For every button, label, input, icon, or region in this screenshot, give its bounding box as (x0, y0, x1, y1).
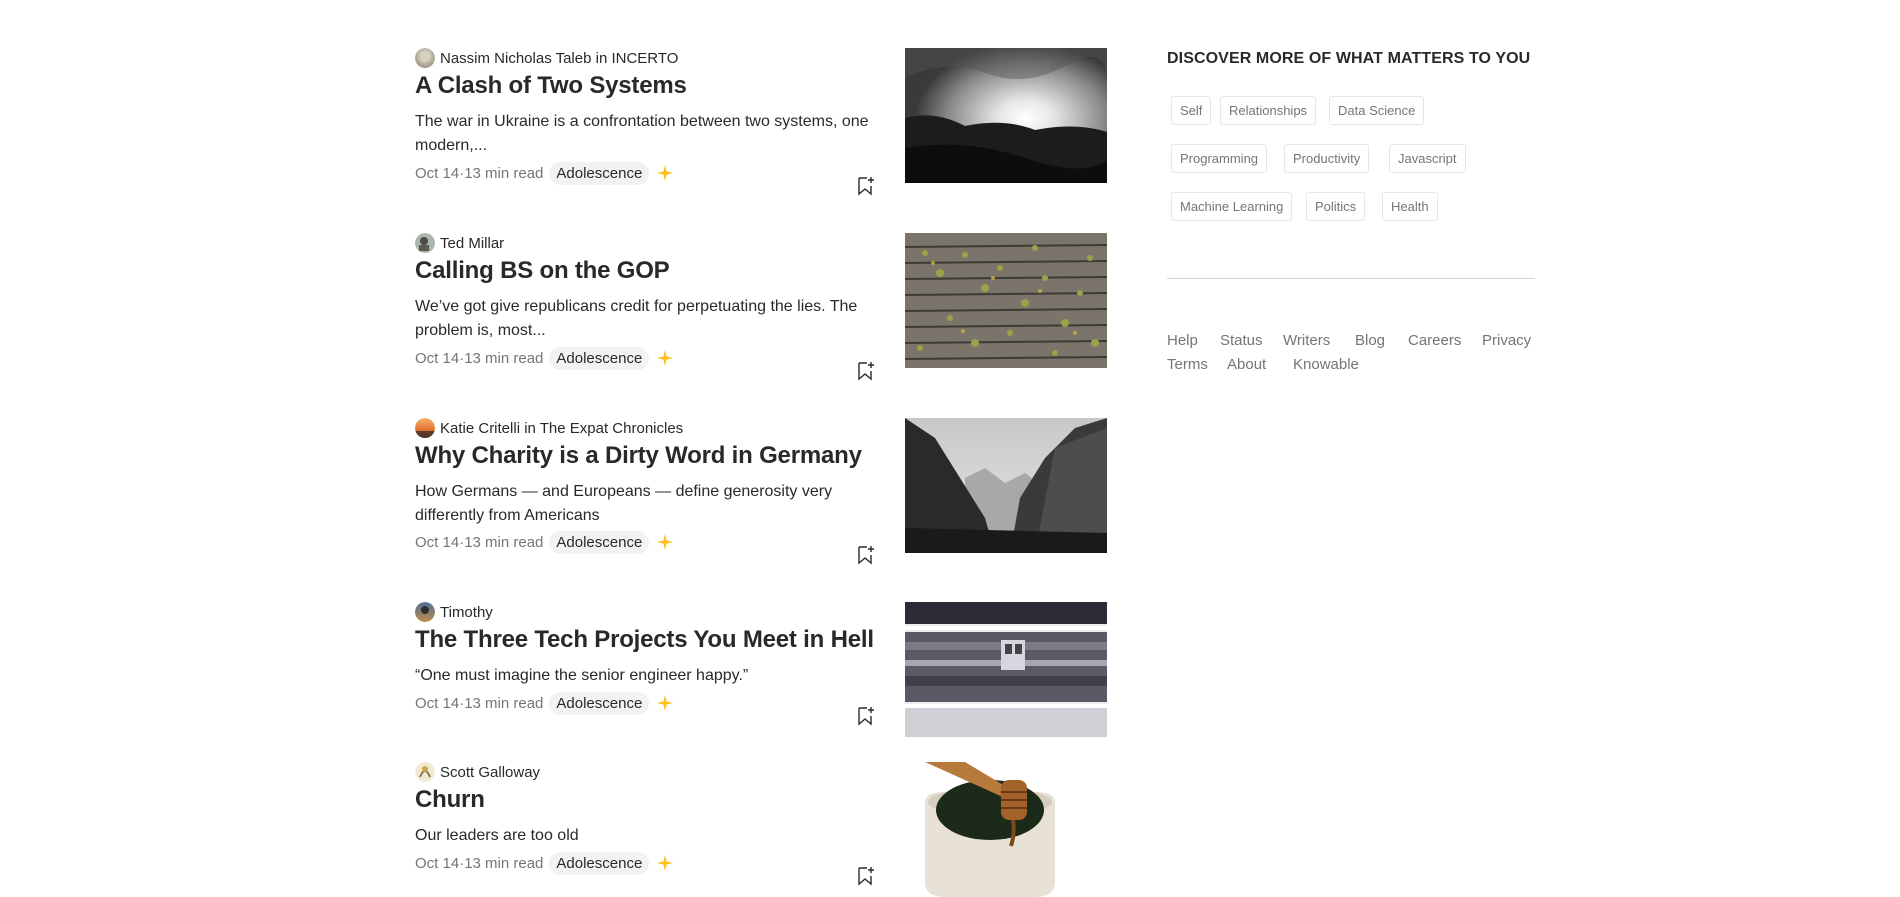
footer-link-terms[interactable]: Terms (1167, 356, 1208, 373)
author-name[interactable]: Katie Critelli in The Expat Chronicles (440, 420, 683, 437)
sidebar-divider (1167, 278, 1535, 279)
post-title[interactable]: Calling BS on the GOP (415, 257, 670, 285)
post-thumbnail[interactable] (905, 418, 1107, 553)
post-date: Oct 14 (415, 694, 460, 712)
bookmark-add-icon[interactable] (853, 704, 877, 728)
post-thumbnail[interactable] (905, 233, 1107, 368)
post-read-time: 13 min read (464, 533, 544, 551)
post-author[interactable]: Timothy (415, 602, 493, 622)
footer-link-privacy[interactable]: Privacy (1482, 332, 1531, 349)
post-thumbnail[interactable] (905, 602, 1107, 737)
post-read-time: 13 min read (464, 854, 544, 872)
post-tag[interactable]: Adolescence (549, 851, 650, 875)
post-tag[interactable]: Adolescence (549, 691, 650, 715)
post-meta: Oct 14 · 13 min read Adolescence (415, 344, 675, 372)
post-subtitle[interactable]: The war in Ukraine is a confrontation be… (415, 110, 875, 158)
post-meta: Oct 14 · 13 min read Adolescence (415, 528, 675, 556)
post-read-time: 13 min read (464, 349, 544, 367)
footer-link-careers[interactable]: Careers (1408, 332, 1461, 349)
author-avatar[interactable] (415, 48, 435, 68)
post-date: Oct 14 (415, 164, 460, 182)
post-thumbnail[interactable] (905, 762, 1107, 897)
post-author[interactable]: Nassim Nicholas Taleb in INCERTO (415, 48, 678, 68)
post-subtitle[interactable]: We’ve got give republicans credit for pe… (415, 295, 875, 343)
author-avatar[interactable] (415, 418, 435, 438)
post-read-time: 13 min read (464, 694, 544, 712)
member-star-icon (655, 693, 675, 713)
member-star-icon (655, 853, 675, 873)
author-name[interactable]: Scott Galloway (440, 764, 540, 781)
author-name[interactable]: Nassim Nicholas Taleb in INCERTO (440, 50, 678, 67)
post-card[interactable]: Timothy The Three Tech Projects You Meet… (415, 600, 1107, 737)
discover-heading: DISCOVER MORE OF WHAT MATTERS TO YOU (1167, 50, 1531, 67)
topic-chip[interactable]: Self (1171, 96, 1212, 125)
bookmark-add-icon[interactable] (853, 359, 877, 383)
topic-chip[interactable]: Programming (1171, 144, 1268, 173)
bookmark-add-icon[interactable] (853, 864, 877, 888)
member-star-icon (655, 163, 675, 183)
author-avatar[interactable] (415, 602, 435, 622)
post-subtitle[interactable]: Our leaders are too old (415, 824, 875, 848)
post-card[interactable]: Nassim Nicholas Taleb in INCERTO A Clash… (415, 46, 1107, 196)
footer-link-status[interactable]: Status (1220, 332, 1263, 349)
topic-chip[interactable]: Machine Learning (1171, 192, 1293, 221)
post-card[interactable]: Katie Critelli in The Expat Chronicles W… (415, 416, 1107, 565)
topic-chip[interactable]: Health (1382, 192, 1438, 221)
post-meta: Oct 14 · 13 min read Adolescence (415, 689, 675, 717)
author-avatar[interactable] (415, 233, 435, 253)
member-star-icon (655, 348, 675, 368)
post-title[interactable]: Why Charity is a Dirty Word in Germany (415, 442, 862, 470)
post-author[interactable]: Ted Millar (415, 233, 504, 253)
post-title[interactable]: The Three Tech Projects You Meet in Hell (415, 626, 874, 654)
post-tag[interactable]: Adolescence (549, 161, 650, 185)
footer-link-knowable[interactable]: Knowable (1293, 356, 1359, 373)
footer-link-blog[interactable]: Blog (1355, 332, 1385, 349)
topic-chip[interactable]: Relationships (1220, 96, 1317, 125)
post-date: Oct 14 (415, 533, 460, 551)
bookmark-add-icon[interactable] (853, 543, 877, 567)
topic-chip[interactable]: Javascript (1389, 144, 1466, 173)
post-thumbnail[interactable] (905, 48, 1107, 183)
author-name[interactable]: Timothy (440, 604, 493, 621)
bookmark-add-icon[interactable] (853, 174, 877, 198)
post-meta: Oct 14 · 13 min read Adolescence (415, 849, 675, 877)
post-meta: Oct 14 · 13 min read Adolescence (415, 159, 675, 187)
footer-link-help[interactable]: Help (1167, 332, 1198, 349)
post-tag[interactable]: Adolescence (549, 530, 650, 554)
post-date: Oct 14 (415, 349, 460, 367)
member-star-icon (655, 532, 675, 552)
post-title[interactable]: Churn (415, 786, 485, 814)
post-subtitle[interactable]: “One must imagine the senior engineer ha… (415, 664, 875, 688)
post-subtitle[interactable]: How Germans — and Europeans — define gen… (415, 480, 875, 528)
post-tag[interactable]: Adolescence (549, 346, 650, 370)
topic-chip[interactable]: Data Science (1329, 96, 1425, 125)
post-card[interactable]: Ted Millar Calling BS on the GOP We’ve g… (415, 231, 1107, 381)
footer-link-about[interactable]: About (1227, 356, 1266, 373)
post-card[interactable]: Scott Galloway Churn Our leaders are too… (415, 760, 1107, 897)
topic-chip[interactable]: Productivity (1284, 144, 1370, 173)
author-name[interactable]: Ted Millar (440, 235, 504, 252)
topic-chip[interactable]: Politics (1306, 192, 1366, 221)
post-date: Oct 14 (415, 854, 460, 872)
post-author[interactable]: Katie Critelli in The Expat Chronicles (415, 418, 683, 438)
post-author[interactable]: Scott Galloway (415, 762, 540, 782)
post-title[interactable]: A Clash of Two Systems (415, 72, 687, 100)
footer-link-writers[interactable]: Writers (1283, 332, 1330, 349)
author-avatar[interactable] (415, 762, 435, 782)
post-read-time: 13 min read (464, 164, 544, 182)
